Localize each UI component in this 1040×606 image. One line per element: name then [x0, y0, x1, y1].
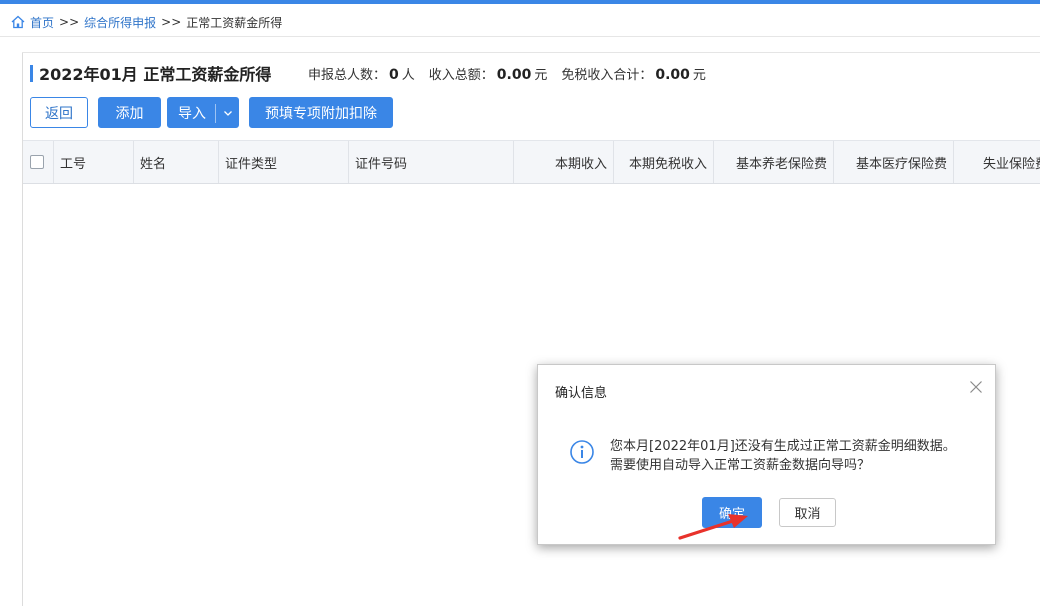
import-button-label: 导入	[178, 105, 206, 122]
add-button[interactable]: 添加	[98, 97, 161, 128]
column-header-employee-id[interactable]: 工号	[54, 141, 134, 183]
summary-stats: 申报总人数： 0 人 收入总额： 0.00 元 免税收入合计： 0.00 元	[308, 64, 706, 83]
top-accent-bar	[0, 0, 1040, 4]
column-header-current-income[interactable]: 本期收入	[514, 141, 614, 183]
dialog-message-line-1: 您本月[2022年01月]还没有生成过正常工资薪金明细数据。	[610, 439, 956, 454]
back-button[interactable]: 返回	[30, 97, 88, 128]
select-all-checkbox[interactable]	[30, 155, 44, 169]
taxfree-total-unit: 元	[692, 68, 706, 83]
dialog-message: 您本月[2022年01月]还没有生成过正常工资薪金明细数据。 需要使用自动导入正…	[610, 437, 956, 475]
column-header-unemployment-insurance[interactable]: 失业保险费	[954, 141, 1040, 183]
column-header-pension-insurance[interactable]: 基本养老保险费	[714, 141, 834, 183]
column-header-medical-insurance[interactable]: 基本医疗保险费	[834, 141, 954, 183]
people-count-unit: 人	[401, 68, 415, 83]
confirm-dialog: 确认信息 您本月[2022年01月]还没有生成过正常工资薪金明细数据。 需要使用…	[537, 364, 996, 545]
page-title-row: 2022年01月 正常工资薪金所得	[30, 62, 271, 84]
select-all-cell	[23, 141, 54, 183]
chevron-down-icon[interactable]	[222, 107, 234, 119]
title-accent-bar	[30, 64, 33, 82]
column-header-name[interactable]: 姓名	[134, 141, 219, 183]
prefill-special-deduction-button[interactable]: 预填专项附加扣除	[249, 97, 393, 128]
income-total-unit: 元	[534, 68, 548, 83]
dialog-title: 确认信息	[555, 386, 608, 401]
confirm-button[interactable]: 确定	[702, 497, 762, 528]
taxfree-total-value: 0.00	[655, 67, 690, 83]
income-total-value: 0.00	[496, 67, 532, 83]
breadcrumb-separator: >>	[59, 15, 80, 29]
panel-left-border	[22, 52, 23, 606]
home-icon[interactable]	[10, 14, 26, 30]
info-icon	[570, 440, 594, 464]
table-header: 工号 姓名 证件类型 证件号码 本期收入 本期免税收入 基本养老保险费 基本医疗…	[23, 140, 1040, 184]
import-dropdown-button[interactable]: 导入	[167, 97, 239, 128]
breadcrumb: 首页 >> 综合所得申报 >> 正常工资薪金所得	[10, 12, 282, 32]
people-count-value: 0	[389, 67, 399, 83]
people-count-label: 申报总人数：	[308, 68, 387, 83]
column-header-id-type[interactable]: 证件类型	[219, 141, 349, 183]
breadcrumb-divider	[0, 36, 1040, 37]
taxfree-total-label: 免税收入合计：	[561, 68, 653, 83]
close-icon[interactable]	[968, 379, 984, 395]
page-title: 2022年01月 正常工资薪金所得	[39, 65, 272, 84]
panel-top-border	[22, 52, 1040, 53]
cancel-button[interactable]: 取消	[779, 498, 836, 527]
breadcrumb-current: 正常工资薪金所得	[186, 15, 283, 30]
column-header-id-number[interactable]: 证件号码	[349, 141, 514, 183]
breadcrumb-section-link[interactable]: 综合所得申报	[84, 14, 156, 31]
dialog-message-line-2: 需要使用自动导入正常工资薪金数据向导吗？	[610, 458, 871, 473]
breadcrumb-home-link[interactable]: 首页	[30, 14, 54, 31]
column-header-taxfree-income[interactable]: 本期免税收入	[614, 141, 714, 183]
income-total-label: 收入总额：	[428, 68, 494, 83]
import-button-divider	[215, 104, 216, 123]
breadcrumb-separator: >>	[161, 15, 182, 29]
